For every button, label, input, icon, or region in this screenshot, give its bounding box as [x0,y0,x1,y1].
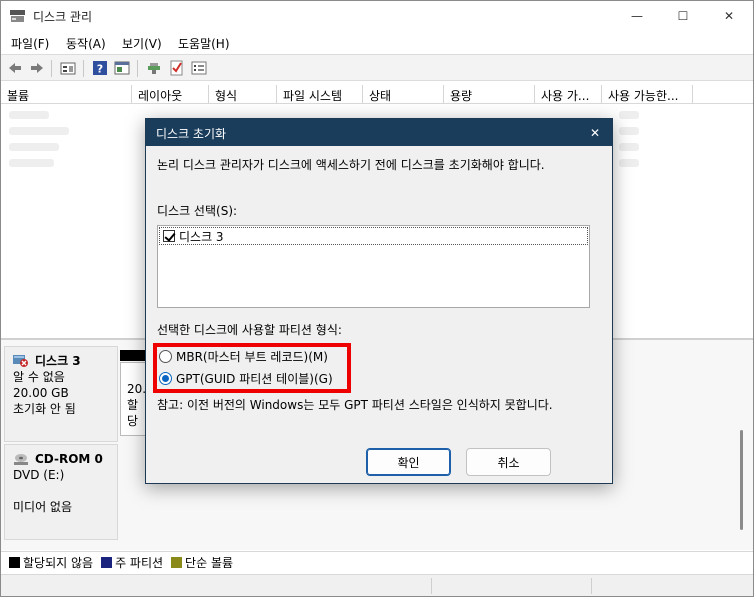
toolbar-separator [137,60,138,77]
dialog-description: 논리 디스크 관리자가 디스크에 액세스하기 전에 디스크를 초기화해야 합니다… [157,158,545,172]
disk-management-icon [10,10,25,22]
close-icon: ✕ [723,9,735,23]
disk-3-name: 디스크 3 [35,354,81,368]
blurred-row [9,143,59,151]
vertical-scrollbar-thumb[interactable] [740,430,743,530]
settings-list-icon[interactable] [191,60,207,76]
status-cell [431,578,432,594]
toolbar: ? [1,54,753,81]
cdrom-0-type: DVD (E:) [13,468,65,482]
disk-3-size: 20.00 GB [13,386,69,400]
blurred-row [9,111,49,119]
disk-select-label: 디스크 선택(S): [157,204,238,218]
mbr-label: MBR(마스터 부트 레코드)(M) [176,350,328,364]
column-capacity[interactable]: 용량 [444,85,535,103]
blurred-row [9,159,54,167]
legend-unallocated: 할당되지 않음 [9,554,93,571]
minimize-icon: — [631,9,643,23]
disk-3-state: 초기화 안 됨 [13,402,76,416]
help-icon[interactable]: ? [92,60,108,76]
gpt-label: GPT(GUID 파티션 테이블)(G) [176,372,333,386]
disk-item-label: 디스크 3 [179,229,224,244]
initialize-disk-dialog: 디스크 초기화 ✕ 논리 디스크 관리자가 디스크에 액세스하기 전에 디스크를… [145,118,613,484]
close-icon: ✕ [589,125,601,140]
column-type[interactable]: 형식 [209,85,277,103]
menu-bar: 파일(F) 동작(A) 보기(V) 도움말(H) [1,31,753,53]
gpt-option[interactable]: GPT(GUID 파티션 테이블)(G) [159,370,333,387]
legend-swatch [9,557,20,568]
disk-list-icon[interactable] [60,60,76,76]
legend-swatch [171,557,183,568]
svg-text:?: ? [97,63,103,76]
column-volume[interactable]: 볼륨 [1,85,132,103]
connect-icon[interactable] [146,60,162,76]
disk-select-list[interactable]: 디스크 3 [157,225,590,308]
dialog-close-button[interactable]: ✕ [583,122,607,143]
blurred-row [619,143,639,151]
blurred-row [9,127,69,135]
column-layout[interactable]: 레이아웃 [132,85,209,103]
close-button[interactable]: ✕ [706,1,752,31]
check-task-icon[interactable] [169,60,185,76]
ok-button[interactable]: 확인 [366,448,451,476]
title-bar: 디스크 관리 — ☐ ✕ [1,1,753,31]
gpt-radio[interactable] [159,372,172,385]
legend-label: 단순 볼륨 [185,556,234,570]
menu-file[interactable]: 파일(F) [11,35,49,52]
dialog-title: 디스크 초기화 [156,127,227,141]
status-bar [1,574,753,596]
disk-3-type: 알 수 없음 [13,370,65,384]
toolbar-separator [51,60,52,77]
disk-unknown-icon [13,355,28,367]
cancel-button[interactable]: 취소 [466,448,551,476]
column-file-system[interactable]: 파일 시스템 [277,85,363,103]
mbr-option[interactable]: MBR(마스터 부트 레코드)(M) [159,348,328,365]
menu-view[interactable]: 보기(V) [122,35,162,52]
legend-primary: 주 파티션 [101,554,163,571]
legend-label: 할당되지 않음 [23,556,94,570]
cdrom-icon [14,454,28,465]
blurred-row [619,159,639,167]
minimize-button[interactable]: — [614,1,660,31]
compatibility-note: 참고: 이전 버전의 Windows는 모두 GPT 파티션 스타일은 인식하지… [157,398,553,412]
partition-style-label: 선택한 디스크에 사용할 파티션 형식: [157,323,342,337]
maximize-icon: ☐ [677,9,689,23]
blurred-row [619,111,639,119]
menu-action[interactable]: 동작(A) [66,35,106,52]
legend-swatch [101,557,113,568]
forward-arrow-icon[interactable] [29,60,45,76]
disk-3-label[interactable]: 디스크 3 알 수 없음 20.00 GB 초기화 안 됨 [4,346,118,442]
column-free-space[interactable]: 사용 가... [535,85,602,103]
column-percent-free[interactable]: 사용 가능한... [602,85,693,103]
dialog-title-bar: 디스크 초기화 ✕ [146,119,612,146]
mbr-radio[interactable] [159,350,172,363]
menu-help[interactable]: 도움말(H) [178,35,230,52]
back-arrow-icon[interactable] [7,60,23,76]
maximize-button[interactable]: ☐ [660,1,706,31]
legend-label: 주 파티션 [115,556,164,570]
disk-management-window: 디스크 관리 — ☐ ✕ 파일(F) 동작(A) 보기(V) 도움말(H) ? … [0,0,754,597]
legend-bar: 할당되지 않음 주 파티션 단순 볼륨 [1,551,753,573]
cdrom-0-state: 미디어 없음 [13,500,73,514]
column-status[interactable]: 상태 [363,85,444,103]
disk-list-item[interactable]: 디스크 3 [159,227,588,245]
cdrom-0-label[interactable]: CD-ROM 0 DVD (E:) 미디어 없음 [4,444,118,540]
disk-checkbox[interactable] [163,230,175,242]
cdrom-0-spacer [13,483,109,499]
volume-list-header: 볼륨 레이아웃 형식 파일 시스템 상태 용량 사용 가... 사용 가능한..… [1,85,753,104]
cdrom-0-name: CD-ROM 0 [35,452,103,466]
blurred-row [619,127,639,135]
toolbar-separator [83,60,84,77]
properties-icon[interactable] [114,60,130,76]
window-title: 디스크 관리 [33,10,93,24]
status-cell [591,578,592,594]
legend-simple: 단순 볼륨 [171,554,233,571]
